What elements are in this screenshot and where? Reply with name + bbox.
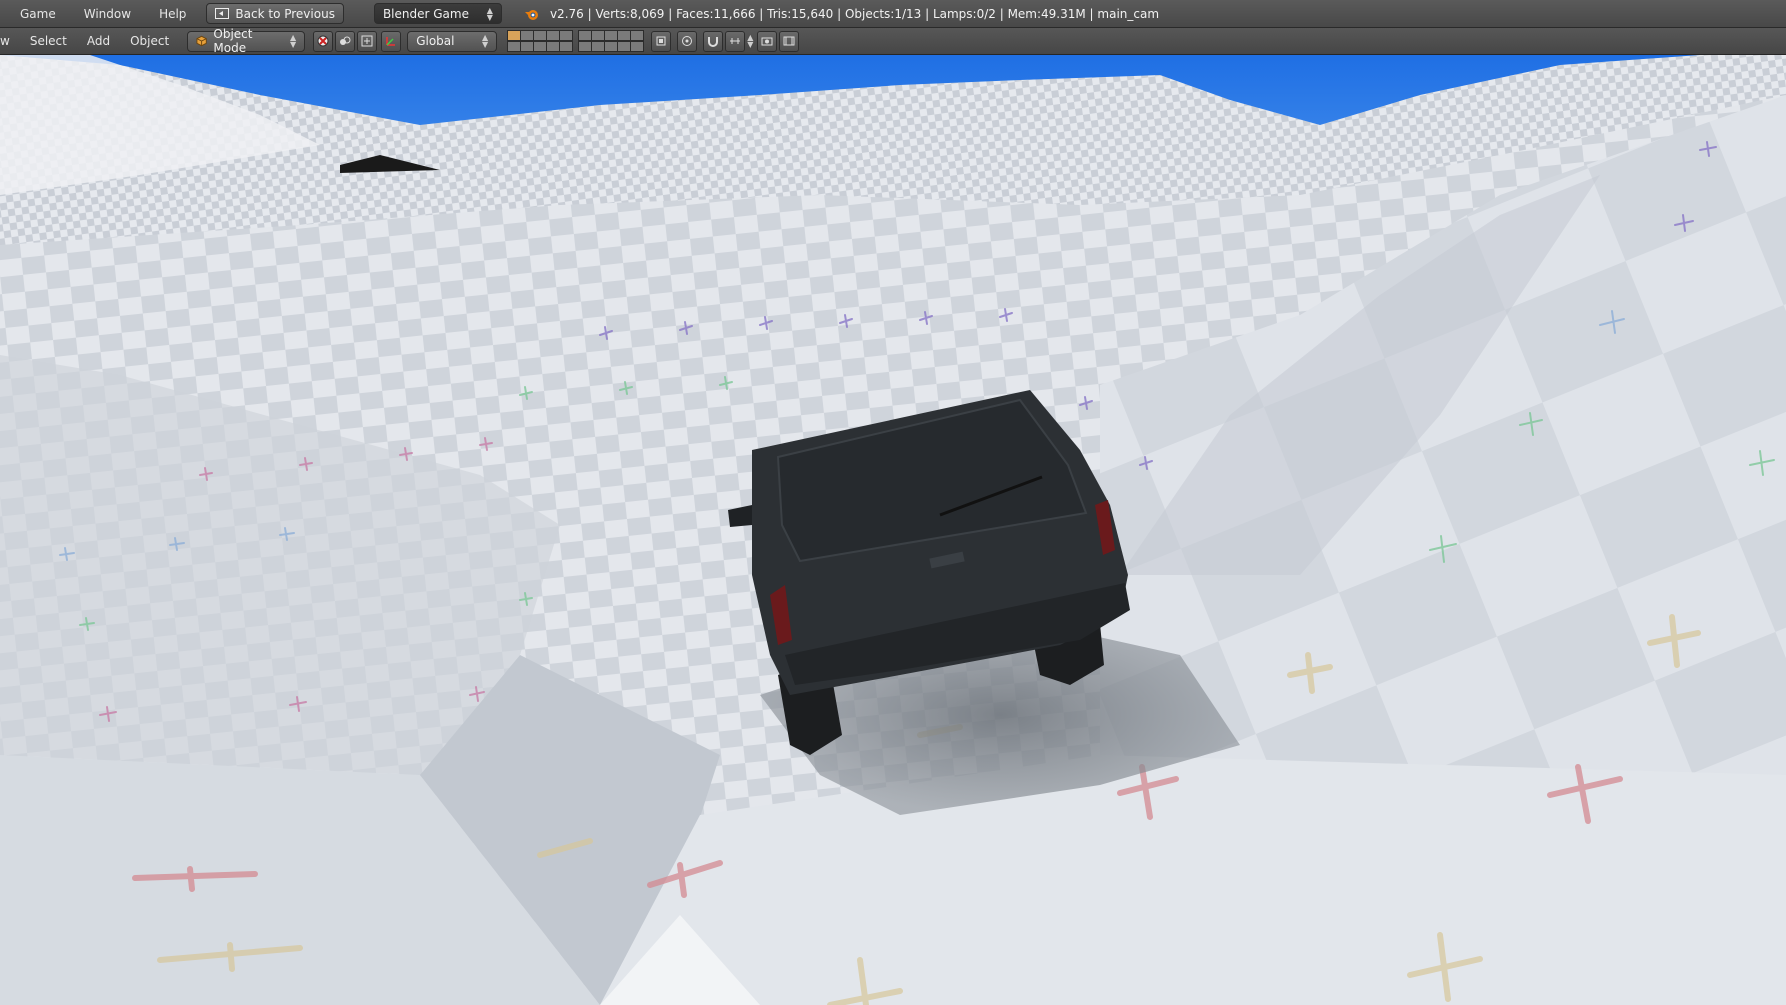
- layer-button[interactable]: [507, 41, 522, 52]
- layer-row: [578, 30, 645, 41]
- layer-button[interactable]: [578, 41, 593, 52]
- snap-increment-icon: [730, 38, 741, 44]
- screen-icon: [215, 8, 230, 19]
- pivot-icon: [340, 36, 351, 45]
- 3d-view-header: w Select Add Object Object Mode ▲ ▼ Glob…: [0, 27, 1786, 55]
- menu-game[interactable]: Game: [0, 7, 70, 21]
- back-to-previous-button[interactable]: Back to Previous: [206, 3, 344, 24]
- snap-element-button[interactable]: [725, 30, 746, 52]
- blender-logo-icon: [524, 9, 538, 20]
- transform-orientation-icon-button[interactable]: [381, 30, 402, 52]
- select-arrows-icon: ▲ ▼: [290, 33, 297, 49]
- layer-row: [578, 41, 645, 52]
- layer-button[interactable]: [617, 41, 632, 52]
- layer-button[interactable]: [591, 30, 606, 41]
- axis-icon: [386, 37, 396, 46]
- layer-button[interactable]: [617, 30, 632, 41]
- manipulator-icon: [361, 35, 373, 47]
- viewport-shading-button[interactable]: [313, 30, 334, 52]
- orientation-value: Global: [416, 34, 455, 48]
- menu-window[interactable]: Window: [70, 7, 145, 21]
- layer-group-1: [507, 30, 574, 52]
- layer-button[interactable]: [604, 41, 619, 52]
- render-image-icon: [761, 37, 773, 46]
- layer-button[interactable]: [630, 41, 645, 52]
- interaction-mode-select[interactable]: Object Mode ▲ ▼: [187, 27, 306, 55]
- layer-button[interactable]: [559, 30, 574, 41]
- layer-button[interactable]: [533, 41, 548, 52]
- mode-value: Object Mode: [213, 27, 253, 55]
- manipulator-toggle-button[interactable]: [357, 30, 378, 52]
- menu-view[interactable]: w: [0, 34, 20, 48]
- layer-button[interactable]: [520, 30, 535, 41]
- render-engine-value: Blender Game: [382, 6, 469, 21]
- proportional-edit-button[interactable]: [677, 30, 698, 52]
- layer-buttons[interactable]: [507, 30, 649, 52]
- layer-button[interactable]: [591, 41, 606, 52]
- render-engine-select[interactable]: Blender Game ▲ ▼: [373, 3, 502, 24]
- snap-toggle-button[interactable]: [703, 30, 724, 52]
- layer-row: [507, 30, 574, 41]
- info-header: Game Window Help Back to Previous Blende…: [0, 0, 1786, 28]
- select-arrows-icon: ▲ ▼: [747, 33, 754, 49]
- menu-object[interactable]: Object: [120, 34, 179, 48]
- layer-button[interactable]: [604, 30, 619, 41]
- pivot-point-button[interactable]: [335, 30, 356, 52]
- menu-select[interactable]: Select: [20, 34, 77, 48]
- layer-group-2: [578, 30, 645, 52]
- layer-button[interactable]: [630, 30, 645, 41]
- magnet-icon: [708, 37, 719, 47]
- menu-add[interactable]: Add: [77, 34, 120, 48]
- layer-button[interactable]: [533, 30, 548, 41]
- layer-button[interactable]: [546, 41, 561, 52]
- opengl-render-animation-button[interactable]: [779, 30, 800, 52]
- render-animation-icon: [783, 36, 795, 46]
- lock-layers-button[interactable]: [651, 30, 672, 52]
- opengl-render-button[interactable]: [757, 30, 778, 52]
- layer-button[interactable]: [507, 30, 522, 41]
- layer-row: [507, 41, 574, 52]
- layers-lock-icon: [656, 36, 666, 46]
- layer-button[interactable]: [520, 41, 535, 52]
- game-scene: [0, 55, 1786, 1005]
- transform-orientation-select[interactable]: Global ▲ ▼: [407, 30, 498, 52]
- layer-button[interactable]: [578, 30, 593, 41]
- shading-sphere-icon: [317, 35, 329, 47]
- menu-help[interactable]: Help: [145, 7, 200, 21]
- scene-statistics: v2.76 | Verts:8,069 | Faces:11,666 | Tri…: [549, 6, 1160, 21]
- cube-icon: [196, 35, 207, 47]
- back-to-previous-label: Back to Previous: [235, 6, 335, 21]
- proportional-edit-icon: [682, 36, 693, 46]
- select-arrows-icon: ▲ ▼: [486, 5, 493, 22]
- 3d-viewport[interactable]: [0, 55, 1786, 1005]
- layer-button[interactable]: [546, 30, 561, 41]
- layer-button[interactable]: [559, 41, 574, 52]
- select-arrows-icon: ▲ ▼: [482, 33, 489, 49]
